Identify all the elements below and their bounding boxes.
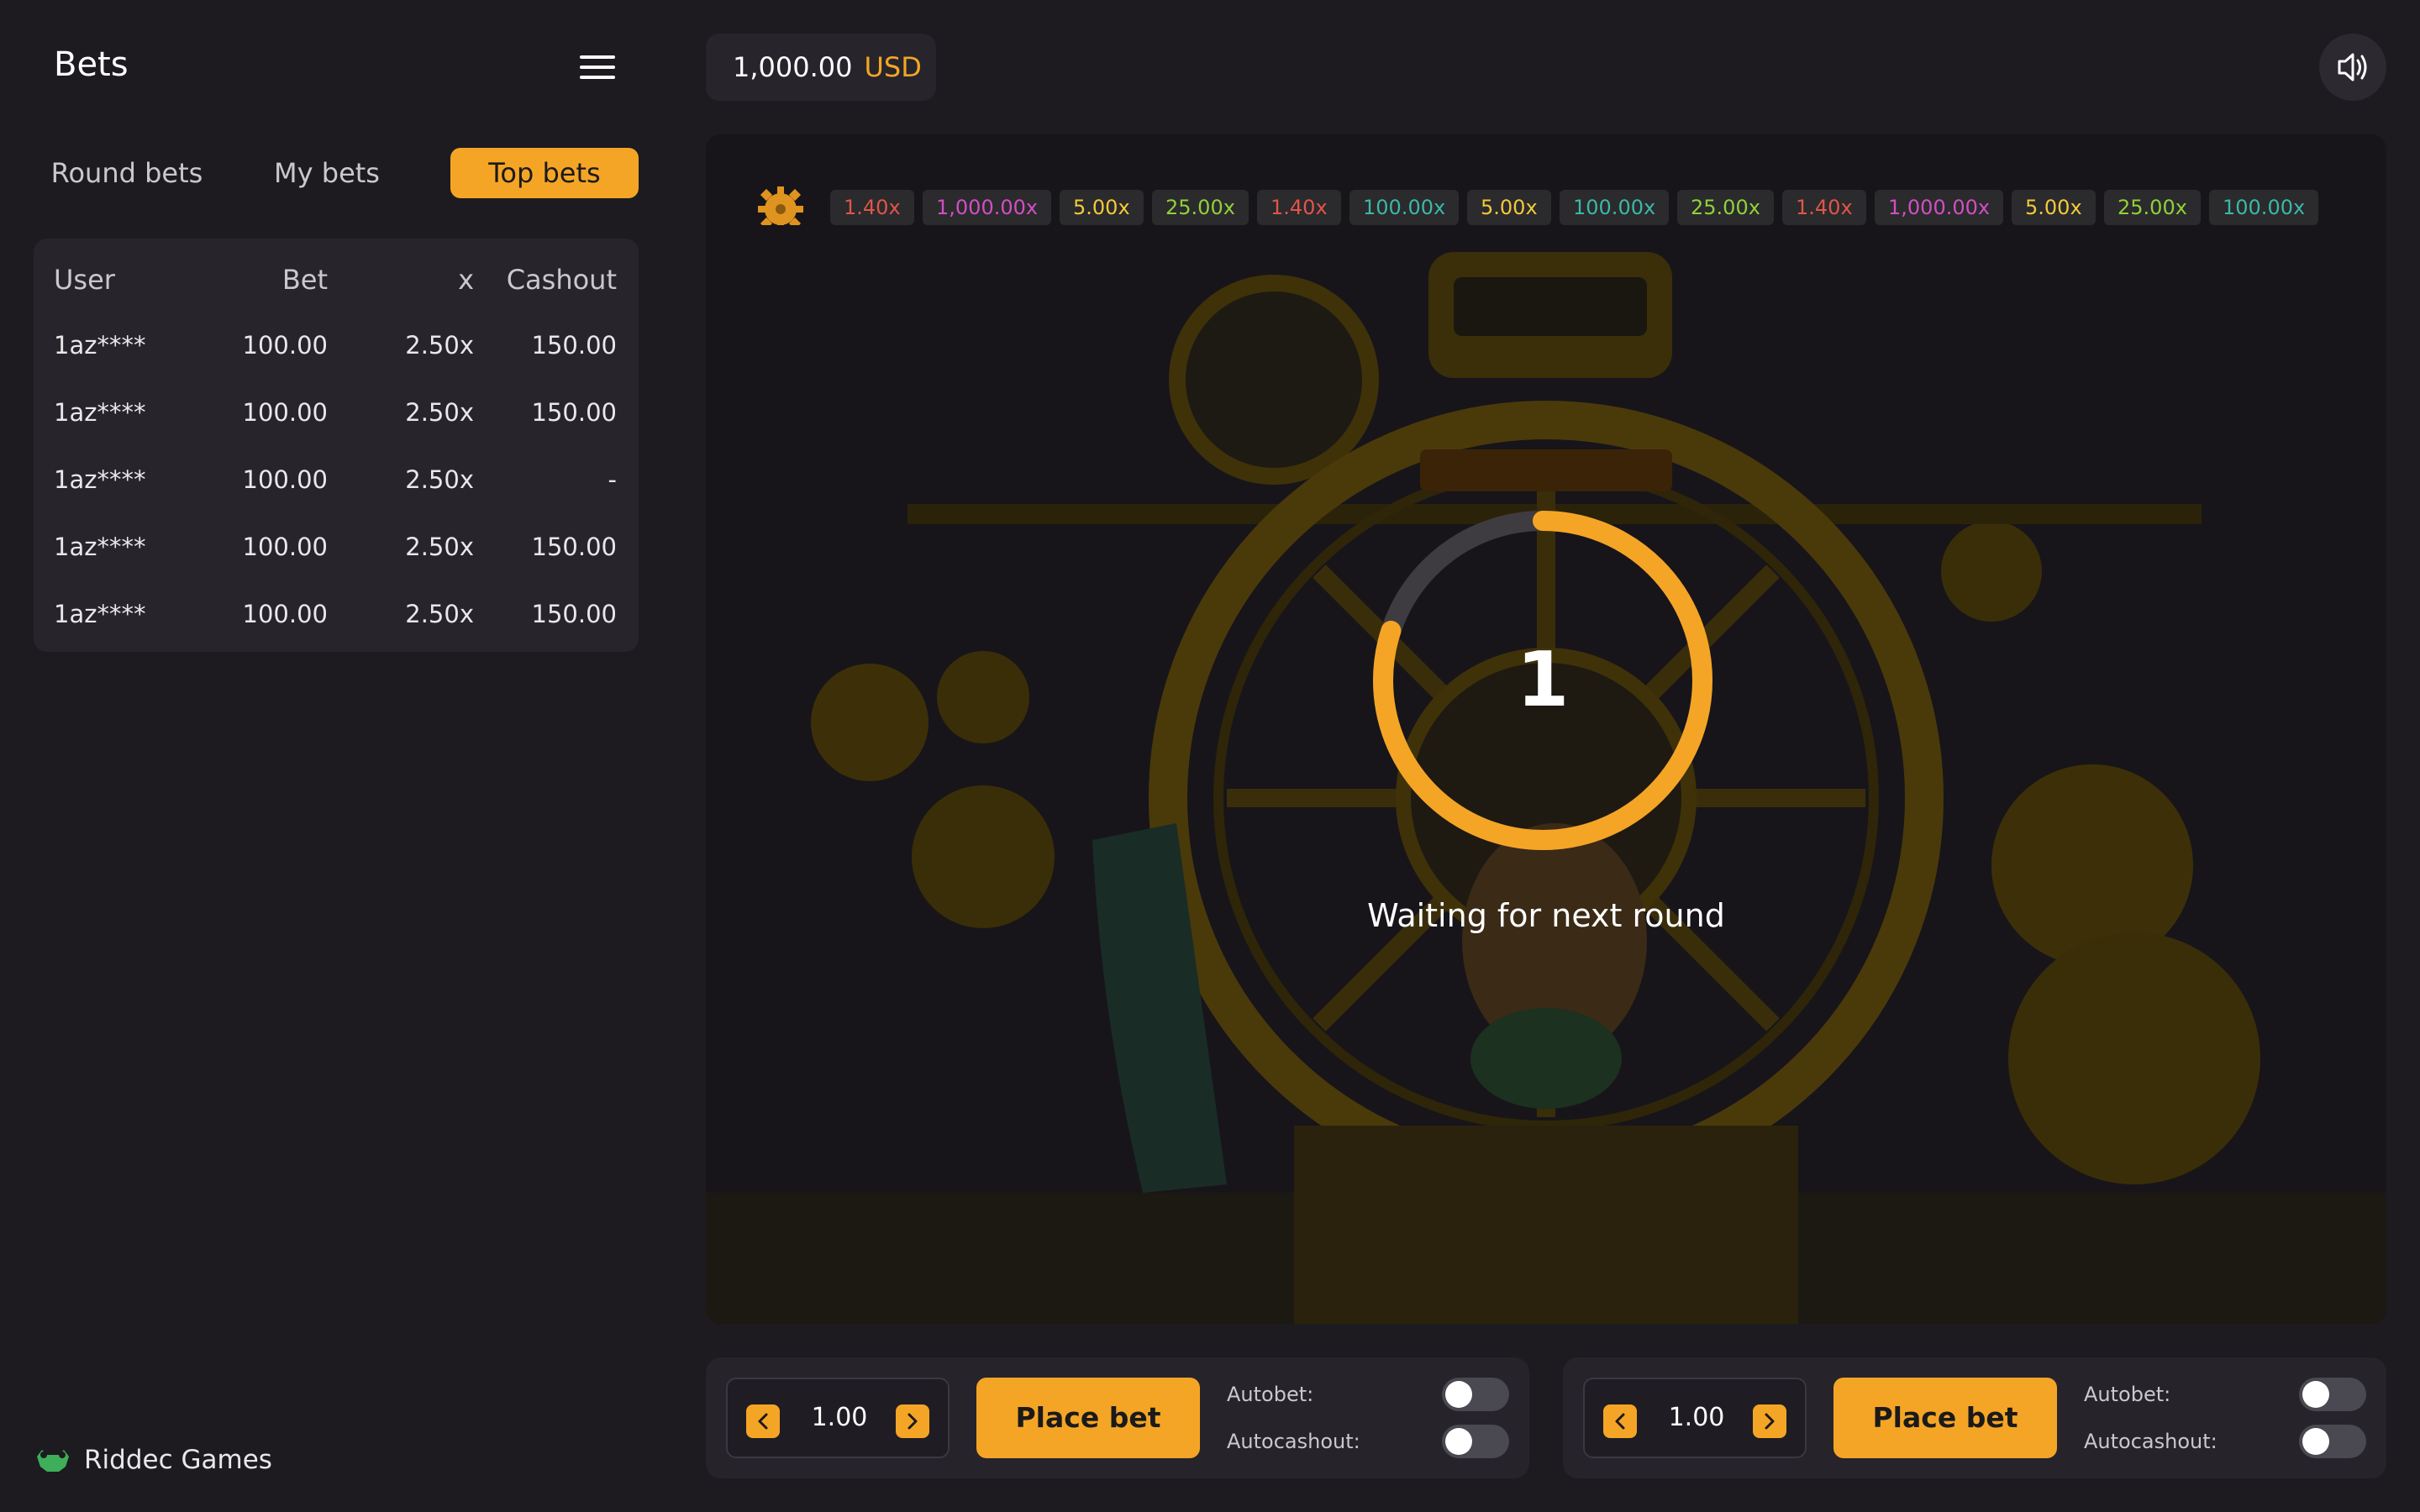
history-chip: 25.00x <box>1152 190 1249 225</box>
autobet-toggle[interactable] <box>1442 1378 1509 1411</box>
bet-amount-stepper: 1.00 <box>726 1378 950 1458</box>
balance-display: 1,000.00 USD <box>706 34 936 101</box>
countdown-number: 1 <box>1516 636 1570 724</box>
row-multiplier: 2.50x <box>405 398 474 427</box>
chevron-left-icon <box>758 1413 768 1430</box>
row-multiplier: 2.50x <box>405 331 474 360</box>
history-chip: 5.00x <box>2012 190 2096 225</box>
row-user: 1az**** <box>54 600 146 628</box>
frog-logo-icon <box>37 1450 69 1472</box>
chevron-right-icon <box>1765 1413 1775 1430</box>
bet-amount-stepper: 1.00 <box>1583 1378 1807 1458</box>
row-cashout: 150.00 <box>531 533 617 561</box>
history-chip: 1.40x <box>1782 190 1866 225</box>
row-cashout: 150.00 <box>531 398 617 427</box>
game-canvas: 1.40x 1,000.00x 5.00x 25.00x 1.40x 100.00x 5.0… <box>706 134 2386 1324</box>
column-header-user: User <box>54 264 115 296</box>
gear-icon <box>758 186 803 225</box>
tab-round-bets[interactable]: Round bets <box>34 148 220 198</box>
row-bet: 100.00 <box>242 398 328 427</box>
autocashout-toggle[interactable] <box>1442 1425 1509 1458</box>
bet-amount-value[interactable]: 1.00 <box>1644 1379 1749 1457</box>
history-chip: 100.00x <box>1349 190 1460 225</box>
brand-name: Riddec Games <box>84 1445 272 1475</box>
autocashout-label: Autocashout: <box>2084 1430 2217 1453</box>
increase-bet-button[interactable] <box>896 1404 929 1438</box>
table-row: 1az**** 100.00 2.50x - <box>34 465 639 516</box>
column-header-x: x <box>458 264 474 296</box>
bets-sidebar: Bets Round bets My bets Top bets User Be… <box>0 0 672 1512</box>
chevron-right-icon <box>908 1413 918 1430</box>
history-chip: 25.00x <box>1677 190 1774 225</box>
multiplier-history: 1.40x 1,000.00x 5.00x 25.00x 1.40x 100.00x 5.0… <box>756 185 2344 225</box>
history-chip: 1.40x <box>830 190 914 225</box>
row-cashout: 150.00 <box>531 331 617 360</box>
brand: Riddec Games <box>34 1441 272 1478</box>
table-row: 1az**** 100.00 2.50x 150.00 <box>34 600 639 650</box>
autocashout-toggle[interactable] <box>2299 1425 2366 1458</box>
history-chip: 1,000.00x <box>1875 190 2004 225</box>
place-bet-button[interactable]: Place bet <box>976 1378 1200 1458</box>
bet-panel-1: 1.00 Place bet Autobet: Autocashout: <box>706 1357 1529 1478</box>
table-row: 1az**** 100.00 2.50x 150.00 <box>34 331 639 381</box>
row-multiplier: 2.50x <box>405 465 474 494</box>
speaker-icon <box>2338 53 2367 81</box>
row-multiplier: 2.50x <box>405 533 474 561</box>
row-user: 1az**** <box>54 331 146 360</box>
row-user: 1az**** <box>54 398 146 427</box>
balance-currency: USD <box>864 51 922 83</box>
row-user: 1az**** <box>54 533 146 561</box>
balance-amount: 1,000.00 <box>733 51 853 83</box>
round-status: Waiting for next round <box>1367 897 1725 934</box>
row-cashout: - <box>608 465 617 494</box>
bets-table: User Bet x Cashout 1az**** 100.00 2.50x … <box>34 239 639 652</box>
table-row: 1az**** 100.00 2.50x 150.00 <box>34 398 639 449</box>
bet-panel-2: 1.00 Place bet Autobet: Autocashout: <box>1563 1357 2386 1478</box>
row-bet: 100.00 <box>242 331 328 360</box>
tab-my-bets[interactable]: My bets <box>254 148 400 198</box>
column-header-cashout: Cashout <box>506 264 617 296</box>
decrease-bet-button[interactable] <box>746 1404 780 1438</box>
chevron-left-icon <box>1615 1413 1625 1430</box>
sound-button[interactable] <box>2319 34 2386 101</box>
history-chip: 100.00x <box>1560 190 1670 225</box>
row-bet: 100.00 <box>242 600 328 628</box>
bet-amount-value[interactable]: 1.00 <box>786 1379 892 1457</box>
history-chip: 5.00x <box>1060 190 1144 225</box>
decrease-bet-button[interactable] <box>1603 1404 1637 1438</box>
row-multiplier: 2.50x <box>405 600 474 628</box>
increase-bet-button[interactable] <box>1753 1404 1786 1438</box>
autobet-label: Autobet: <box>1227 1383 1314 1406</box>
table-row: 1az**** 100.00 2.50x 150.00 <box>34 533 639 583</box>
autobet-label: Autobet: <box>2084 1383 2171 1406</box>
autocashout-label: Autocashout: <box>1227 1430 1360 1453</box>
history-chip: 25.00x <box>2104 190 2201 225</box>
row-bet: 100.00 <box>242 465 328 494</box>
menu-icon[interactable] <box>580 55 617 81</box>
column-header-bet: Bet <box>281 264 328 296</box>
sidebar-title: Bets <box>54 45 129 84</box>
history-chip: 1,000.00x <box>923 190 1052 225</box>
row-bet: 100.00 <box>242 533 328 561</box>
row-user: 1az**** <box>54 465 146 494</box>
row-cashout: 150.00 <box>531 600 617 628</box>
bets-tabs: Round bets My bets Top bets <box>34 148 639 198</box>
autobet-toggle[interactable] <box>2299 1378 2366 1411</box>
history-chip: 100.00x <box>2209 190 2319 225</box>
place-bet-button[interactable]: Place bet <box>1833 1378 2057 1458</box>
tab-top-bets[interactable]: Top bets <box>450 148 639 198</box>
history-chip: 5.00x <box>1467 190 1551 225</box>
history-chip: 1.40x <box>1257 190 1341 225</box>
